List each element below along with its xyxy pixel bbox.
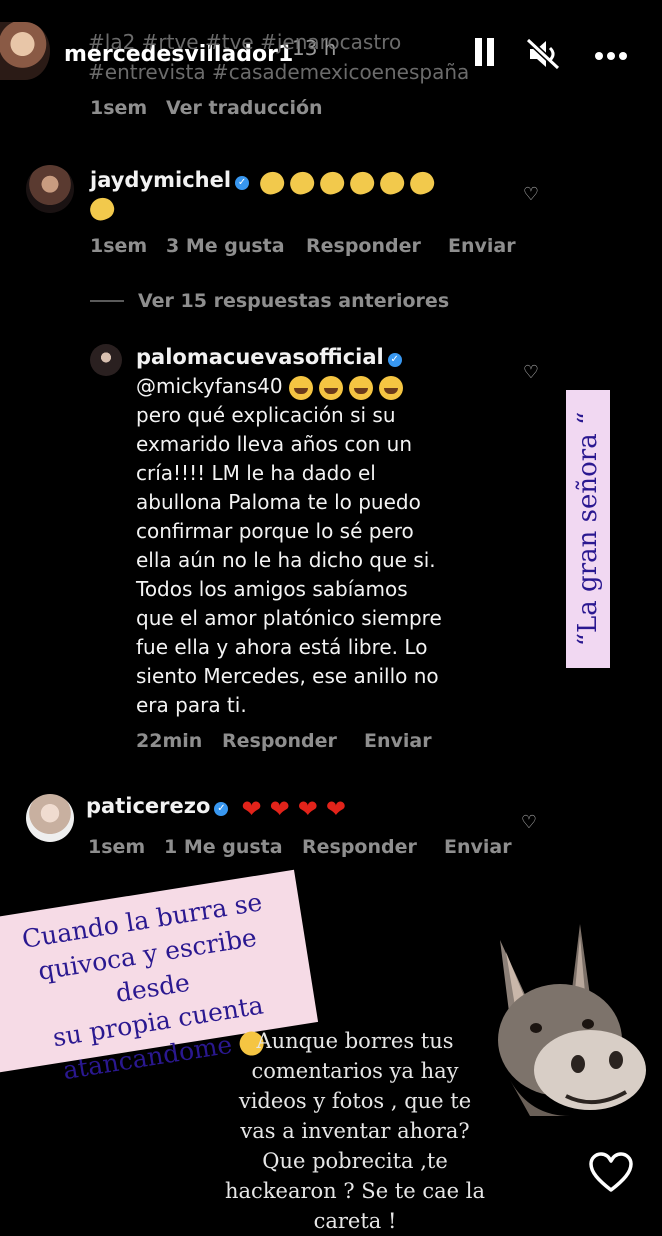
story-like-button[interactable]: [588, 1152, 634, 1194]
borres-line: careta !: [313, 1209, 397, 1233]
comment-header: paticerezo ✓ ❤ ❤ ❤ ❤: [86, 794, 346, 823]
comment-age: 22min: [136, 730, 203, 752]
mute-icon: [525, 37, 561, 71]
comment-line: que el amor platónico siempre: [136, 606, 442, 630]
comment-line: abullona Paloma te lo puedo: [136, 490, 421, 514]
mention-link[interactable]: @mickyfans40: [136, 374, 283, 398]
comment-line: era para ti.: [136, 693, 247, 717]
borres-line: Que pobrecita ,te: [262, 1149, 448, 1173]
comment-line: cría!!!! LM le ha dado el: [136, 461, 376, 485]
pause-button[interactable]: [472, 38, 498, 68]
laugh-emojis: [283, 374, 403, 400]
comment-line: siento Mercedes, ese anillo no: [136, 664, 439, 688]
borres-line: videos y fotos , que te: [238, 1089, 472, 1113]
comment-username[interactable]: palomacuevasofficial: [136, 345, 384, 369]
gran-senora-text: “La gran señora “: [573, 411, 603, 647]
comment-mention-line: @mickyfans40: [136, 372, 403, 401]
like-heart-icon[interactable]: ♡: [522, 186, 540, 204]
borres-line: hackearon ? Se te cae la: [225, 1179, 485, 1203]
comment-likes[interactable]: 3 Me gusta: [166, 235, 285, 257]
pause-icon: [475, 38, 482, 66]
comment-line: ella aún no le ha dicho que si.: [136, 548, 436, 572]
comment-line: Todos los amigos sabíamos: [136, 577, 408, 601]
comment-body: pero qué explicación si su exmarido llev…: [136, 401, 496, 720]
send-button[interactable]: Enviar: [444, 836, 512, 858]
comment-line: fue ella y ahora está libre. Lo: [136, 635, 428, 659]
verified-badge-icon: ✓: [387, 352, 402, 367]
borres-line: Aunque borres tus: [256, 1029, 454, 1053]
pause-icon-bar: [487, 38, 494, 66]
clap-emoji-wrap: [86, 194, 118, 224]
reply-button[interactable]: Responder: [222, 730, 337, 752]
heart-icon: [589, 1152, 633, 1192]
comment-line: exmarido lleva años con un: [136, 432, 413, 456]
mute-button[interactable]: [525, 37, 562, 71]
hashtags-line1[interactable]: #la2 #rtve #tve #jenarocastro: [88, 30, 401, 54]
like-heart-icon[interactable]: ♡: [520, 814, 538, 832]
like-heart-icon[interactable]: ♡: [522, 364, 540, 382]
comment-age: 1sem: [90, 235, 148, 257]
avatar[interactable]: [90, 344, 122, 376]
reply-button[interactable]: Responder: [302, 836, 417, 858]
comment-line: confirmar porque lo sé pero: [136, 519, 414, 543]
gran-senora-sticker: “La gran señora “: [566, 390, 610, 668]
red-heart-emojis: ❤ ❤ ❤ ❤: [241, 794, 346, 823]
comment-username[interactable]: jaydymichel: [90, 168, 231, 192]
comment-age: 1sem: [88, 836, 146, 858]
clap-emojis: [254, 168, 438, 197]
comment-username[interactable]: paticerezo: [86, 794, 210, 818]
verified-badge-icon: ✓: [235, 175, 250, 190]
borres-line: vas a inventar ahora?: [240, 1119, 470, 1143]
hashtags-line2[interactable]: #entrevista #casademexicoenespaña: [88, 60, 469, 84]
send-button[interactable]: Enviar: [448, 235, 516, 257]
caption-age: 1sem: [90, 97, 148, 119]
reply-button[interactable]: Responder: [306, 235, 421, 257]
more-options-button[interactable]: [594, 46, 628, 60]
story-author-avatar[interactable]: [0, 22, 50, 80]
comment-likes[interactable]: 1 Me gusta: [164, 836, 283, 858]
comment-header: jaydymichel ✓: [90, 168, 510, 197]
see-translation-link[interactable]: Ver traducción: [166, 97, 323, 119]
replies-divider: [90, 300, 124, 302]
borres-text: Aunque borres tus comentarios ya hay vid…: [200, 1026, 510, 1236]
avatar[interactable]: [26, 794, 74, 842]
more-icon: [595, 52, 627, 60]
send-button[interactable]: Enviar: [364, 730, 432, 752]
view-previous-replies-link[interactable]: Ver 15 respuestas anteriores: [138, 290, 449, 312]
comment-line: pero qué explicación si su: [136, 403, 396, 427]
verified-badge-icon: ✓: [214, 801, 229, 816]
avatar[interactable]: [26, 165, 74, 213]
comment-header: palomacuevasofficial ✓: [136, 345, 402, 369]
borres-line: comentarios ya hay: [251, 1059, 459, 1083]
